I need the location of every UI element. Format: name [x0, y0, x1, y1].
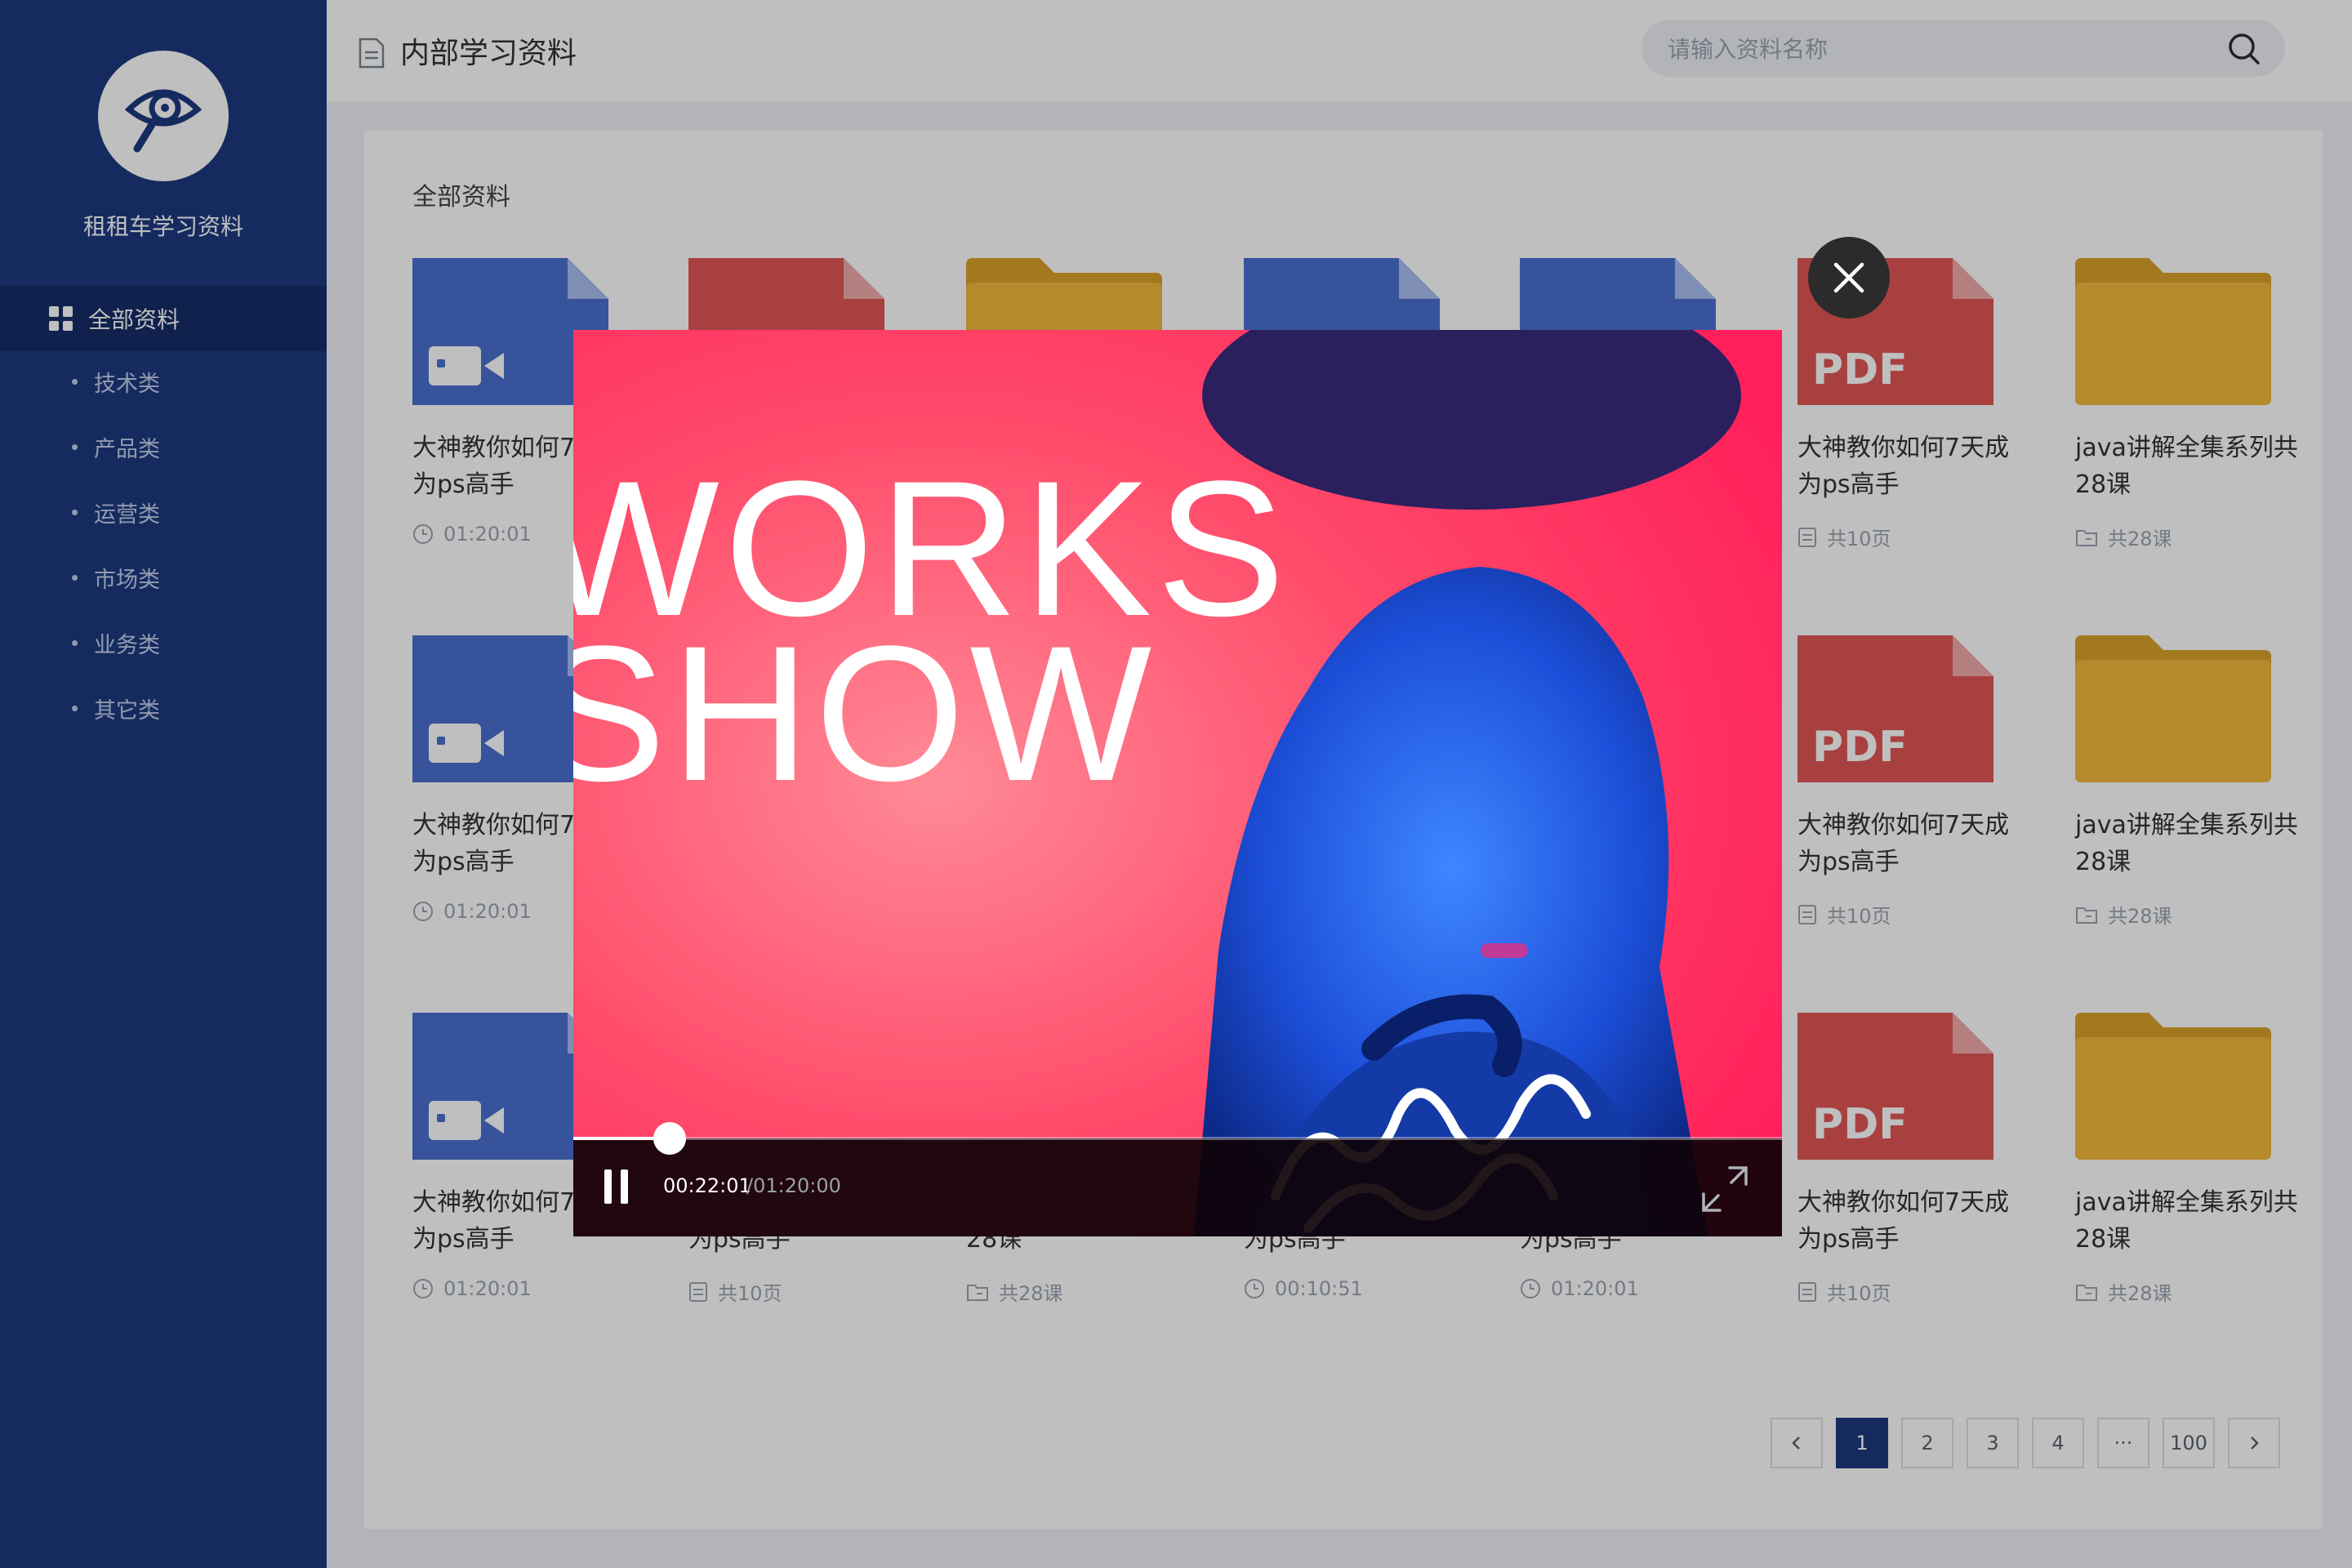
pause-button[interactable]: [604, 1169, 634, 1204]
progress-handle[interactable]: [653, 1122, 686, 1155]
close-button[interactable]: [1808, 237, 1890, 318]
current-time: 00:22:01: [663, 1174, 751, 1197]
video-frame[interactable]: WORKS SHOW: [573, 330, 1782, 1236]
close-icon: [1833, 262, 1864, 293]
fullscreen-icon[interactable]: [1699, 1163, 1751, 1215]
progress-bar[interactable]: [573, 1137, 1782, 1140]
video-title-line-2: SHOW: [573, 606, 1157, 822]
total-time: /01:20:00: [746, 1174, 841, 1197]
